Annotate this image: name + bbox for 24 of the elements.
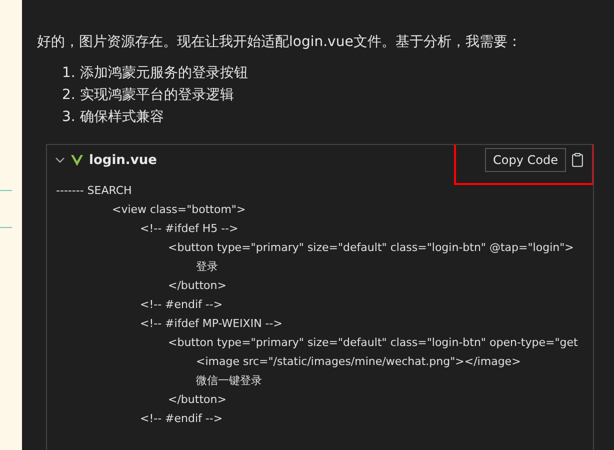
message-text: 好的，图片资源存在。现在让我开始适配login.vue文件。基于分析，我需要： [37,33,522,52]
code-line: <button type="primary" size="default" class="login-btn" open-type="get [167,335,579,351]
step-item: 1. 添加鸿蒙元服务的登录按钮 [62,64,249,83]
step-item: 2. 实现鸿蒙平台的登录逻辑 [62,86,235,105]
clipboard-icon[interactable] [572,153,583,167]
code-line: 微信一键登录 [195,373,263,389]
copy-code-button[interactable]: Copy Code [485,148,566,172]
code-line: <image src="/static/images/mine/wechat.png"></image> [195,354,522,370]
code-line: </button> [167,392,228,408]
code-line: </button> [167,278,228,294]
guide-mark [0,190,12,191]
code-line: <button type="primary" size="default" class="login-btn" @tap="login"> [167,240,575,256]
step-item: 3. 确保样式兼容 [62,108,165,127]
code-line: <!-- #ifdef H5 --> [139,221,240,237]
code-line: 登录 [195,259,219,275]
code-line: ------- SEARCH [56,183,133,199]
vue-logo-icon [71,154,83,166]
code-line: <view class="bottom"> [111,202,247,218]
guide-mark [0,227,12,228]
file-name: login.vue [89,152,158,168]
chevron-icon[interactable] [55,155,65,165]
code-line: <!-- #endif --> [139,297,224,313]
code-line: <!-- #ifdef MP-WEIXIN --> [139,316,284,332]
code-line: <!-- #endif --> [139,411,224,427]
